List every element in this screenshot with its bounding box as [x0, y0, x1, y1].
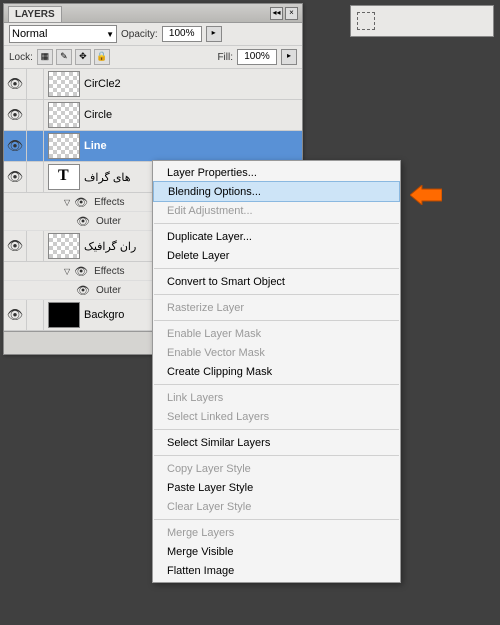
blend-row: Normal▼ Opacity: 100% ▸: [4, 23, 302, 46]
menu-item: Merge Layers: [153, 523, 400, 542]
layer-name[interactable]: CirCle2: [84, 78, 121, 90]
visibility-eye-icon[interactable]: 👁: [4, 131, 27, 161]
layer-row[interactable]: 👁 Circle: [4, 100, 302, 131]
layers-tab[interactable]: LAYERS: [8, 6, 62, 22]
close-panel-icon[interactable]: ×: [285, 7, 298, 20]
menu-separator: [154, 320, 399, 321]
layer-name[interactable]: ران گرافیک: [84, 240, 136, 253]
expand-icon[interactable]: ▽: [64, 267, 70, 276]
visibility-eye-icon[interactable]: 👁: [74, 196, 88, 209]
visibility-eye-icon[interactable]: 👁: [76, 284, 90, 297]
menu-item[interactable]: Layer Properties...: [153, 163, 400, 182]
crop-tool-icon[interactable]: [357, 12, 375, 30]
layer-name[interactable]: Circle: [84, 109, 112, 121]
expand-icon[interactable]: ▽: [64, 198, 70, 207]
link-slot: [27, 100, 44, 130]
link-slot: [27, 300, 44, 330]
layer-thumbnail[interactable]: [48, 102, 80, 128]
visibility-eye-icon[interactable]: 👁: [4, 100, 27, 130]
link-slot: [27, 131, 44, 161]
menu-item: Copy Layer Style: [153, 459, 400, 478]
menu-item[interactable]: Convert to Smart Object: [153, 272, 400, 291]
layer-name[interactable]: Line: [84, 140, 107, 152]
menu-separator: [154, 519, 399, 520]
menu-item: Rasterize Layer: [153, 298, 400, 317]
visibility-eye-icon[interactable]: 👁: [4, 162, 27, 192]
layer-thumbnail[interactable]: [48, 164, 80, 190]
callout-arrow-icon: [410, 185, 442, 205]
layer-name[interactable]: Backgro: [84, 309, 124, 321]
link-slot: [27, 162, 44, 192]
lock-label: Lock:: [9, 52, 33, 63]
visibility-eye-icon[interactable]: 👁: [74, 265, 88, 278]
menu-item[interactable]: Delete Layer: [153, 246, 400, 265]
menu-item[interactable]: Paste Layer Style: [153, 478, 400, 497]
panel-header[interactable]: LAYERS ◂◂ ×: [4, 4, 302, 23]
menu-item: Link Layers: [153, 388, 400, 407]
menu-item[interactable]: Create Clipping Mask: [153, 362, 400, 381]
menu-separator: [154, 429, 399, 430]
fill-label: Fill:: [217, 52, 233, 63]
opacity-flyout-icon[interactable]: ▸: [206, 26, 222, 42]
menu-item[interactable]: Blending Options...: [153, 181, 400, 202]
layer-thumbnail[interactable]: [48, 233, 80, 259]
layer-thumbnail[interactable]: [48, 302, 80, 328]
menu-item: Select Linked Layers: [153, 407, 400, 426]
menu-separator: [154, 384, 399, 385]
layer-thumbnail[interactable]: [48, 71, 80, 97]
menu-item[interactable]: Select Similar Layers: [153, 433, 400, 452]
menu-item[interactable]: Duplicate Layer...: [153, 227, 400, 246]
link-slot: [27, 69, 44, 99]
layer-name[interactable]: های گراف: [84, 171, 131, 184]
fill-input[interactable]: 100%: [237, 49, 277, 65]
lock-all-icon[interactable]: 🔒: [94, 49, 110, 65]
visibility-eye-icon[interactable]: 👁: [4, 69, 27, 99]
menu-item: Clear Layer Style: [153, 497, 400, 516]
lock-transparent-icon[interactable]: ▦: [37, 49, 53, 65]
menu-separator: [154, 294, 399, 295]
layer-thumbnail[interactable]: [48, 133, 80, 159]
visibility-eye-icon[interactable]: 👁: [4, 231, 27, 261]
collapse-icon[interactable]: ◂◂: [270, 7, 283, 20]
opacity-input[interactable]: 100%: [162, 26, 202, 42]
menu-item[interactable]: Flatten Image: [153, 561, 400, 580]
link-slot: [27, 231, 44, 261]
lock-position-icon[interactable]: ✥: [75, 49, 91, 65]
tool-options-strip: [350, 5, 494, 37]
menu-item[interactable]: Merge Visible: [153, 542, 400, 561]
menu-separator: [154, 455, 399, 456]
layer-row[interactable]: 👁 CirCle2: [4, 69, 302, 100]
layer-row[interactable]: 👁 Line: [4, 131, 302, 162]
visibility-eye-icon[interactable]: 👁: [76, 215, 90, 228]
menu-item: Edit Adjustment...: [153, 201, 400, 220]
chevron-down-icon: ▼: [106, 30, 114, 39]
menu-separator: [154, 268, 399, 269]
lock-pixels-icon[interactable]: ✎: [56, 49, 72, 65]
lock-row: Lock: ▦ ✎ ✥ 🔒 Fill: 100% ▸: [4, 46, 302, 69]
blend-mode-select[interactable]: Normal▼: [9, 25, 117, 43]
visibility-eye-icon[interactable]: 👁: [4, 300, 27, 330]
menu-item: Enable Vector Mask: [153, 343, 400, 362]
menu-separator: [154, 223, 399, 224]
menu-item: Enable Layer Mask: [153, 324, 400, 343]
fill-flyout-icon[interactable]: ▸: [281, 49, 297, 65]
opacity-label: Opacity:: [121, 29, 158, 40]
layer-context-menu: Layer Properties...Blending Options...Ed…: [152, 160, 401, 583]
